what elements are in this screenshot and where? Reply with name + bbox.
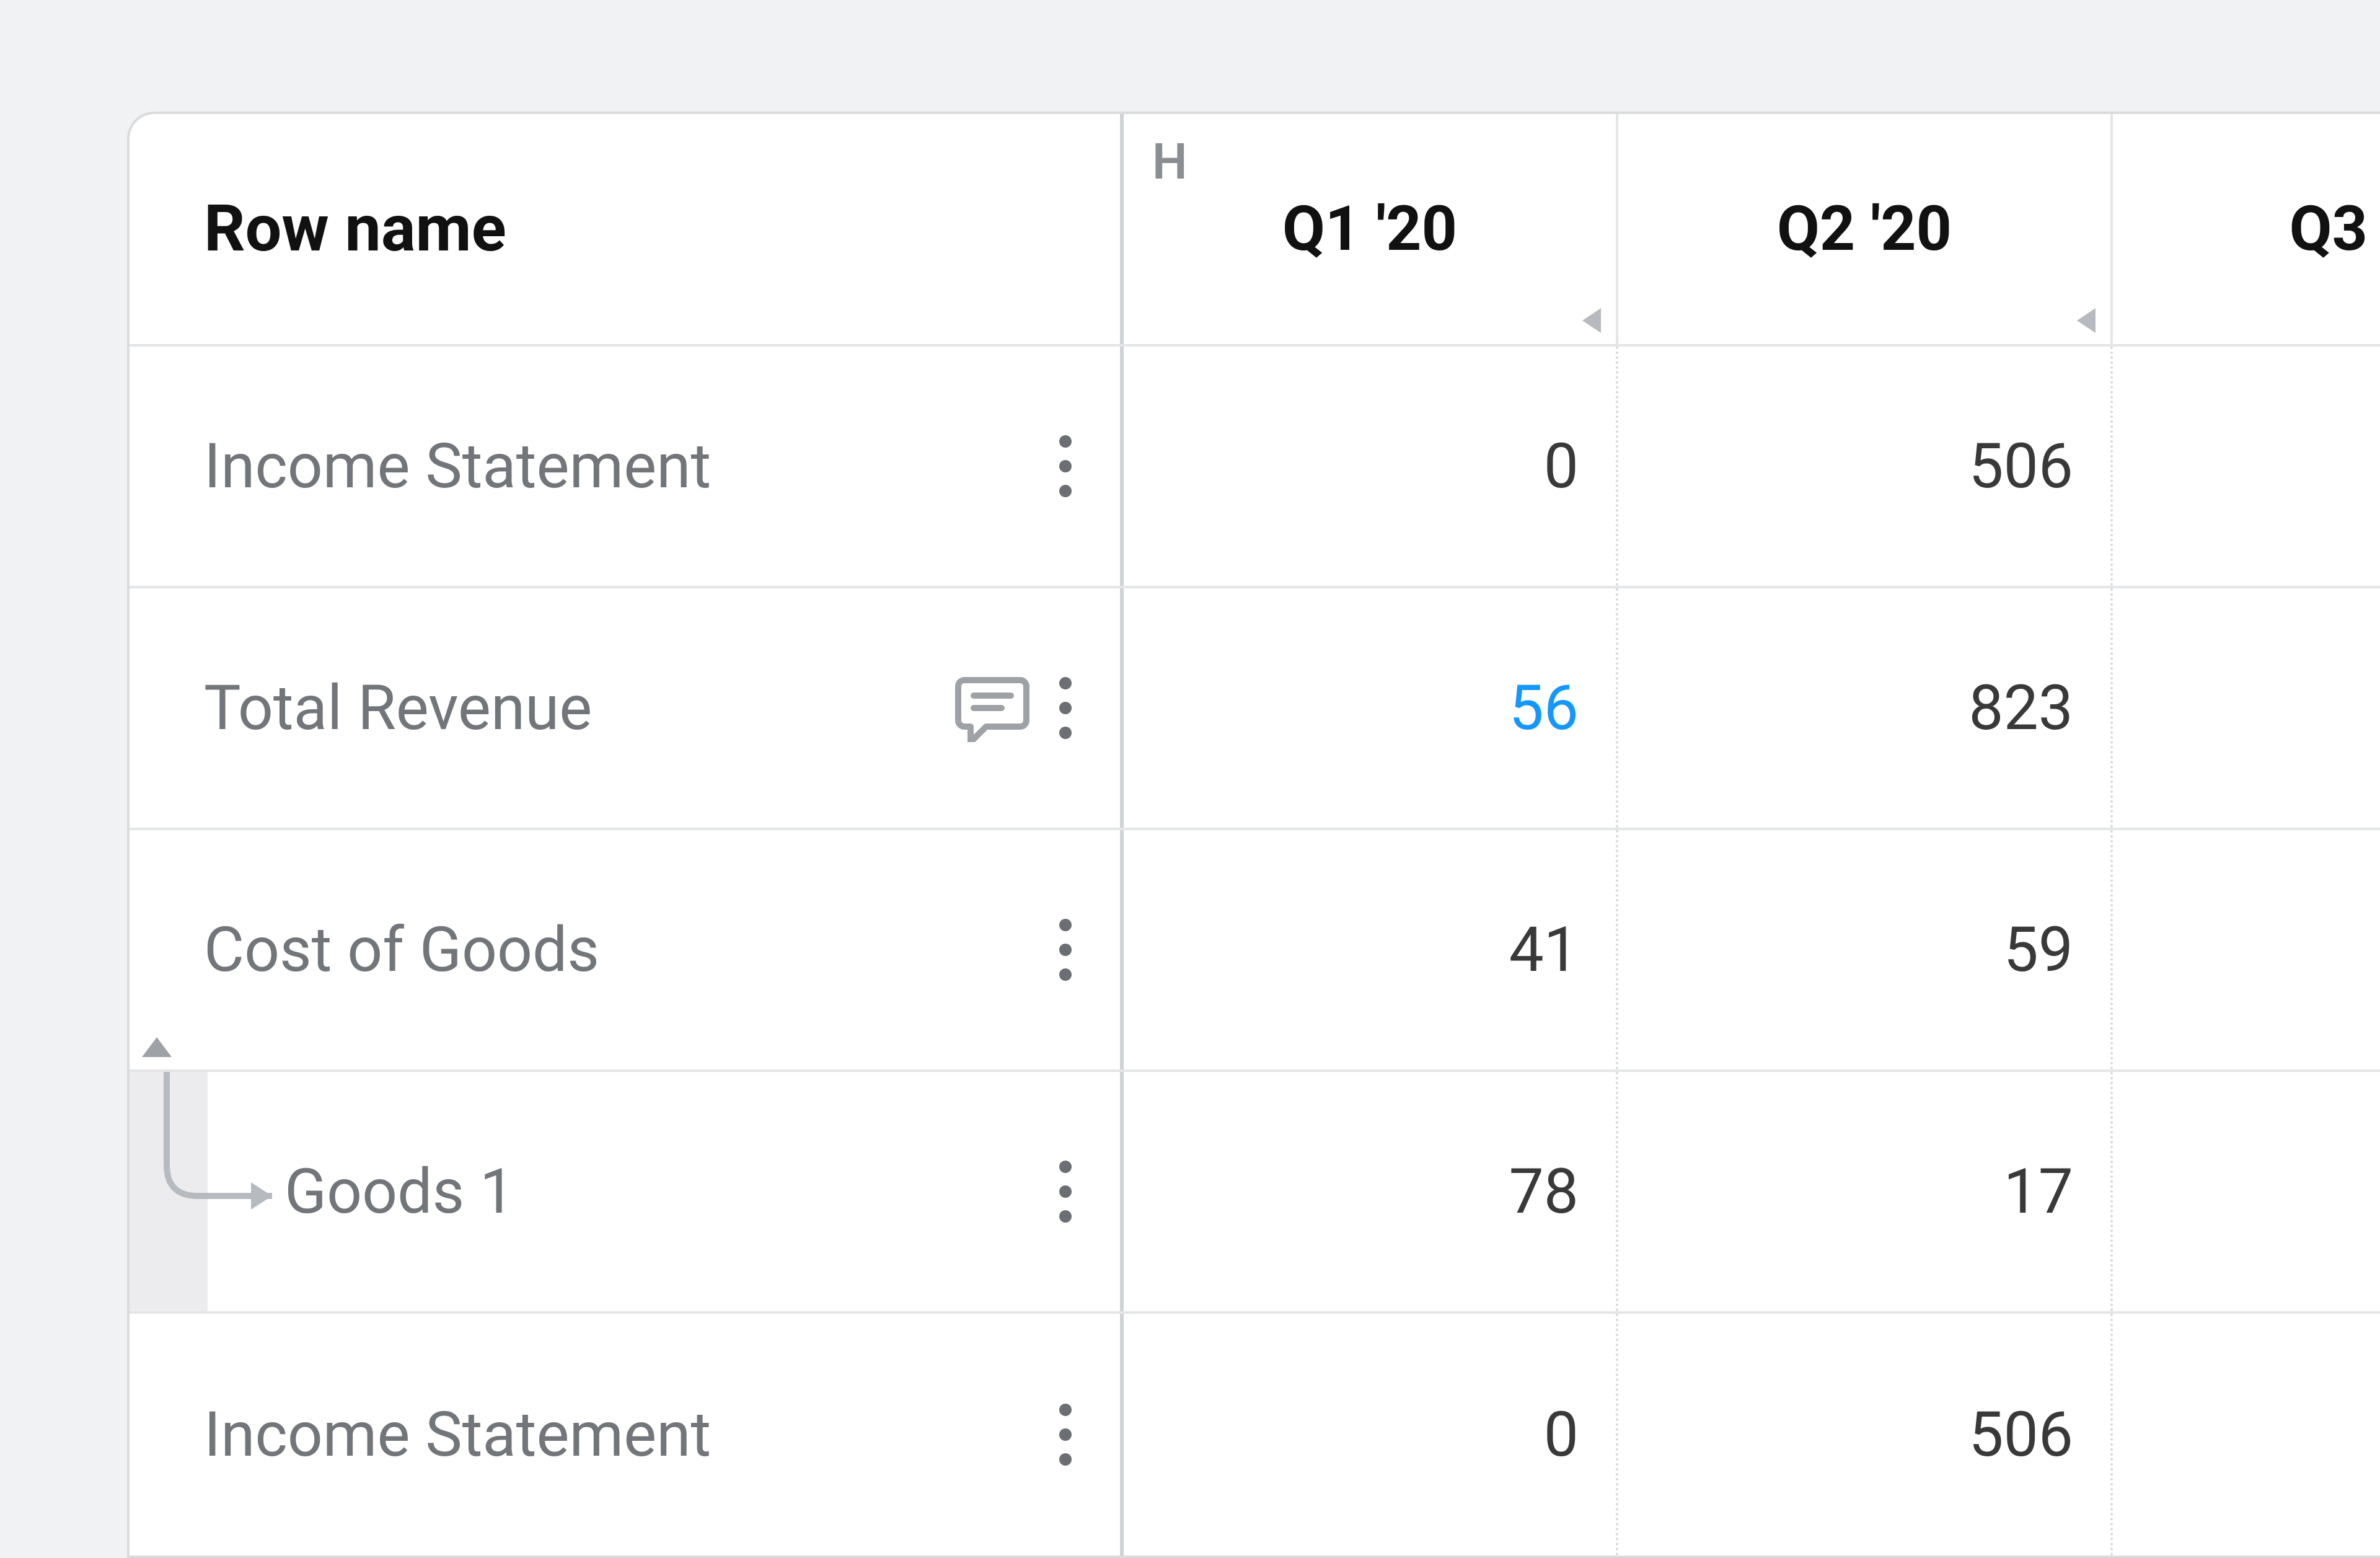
cell-value: 506 bbox=[1968, 1399, 2073, 1471]
sort-indicator-icon[interactable] bbox=[2077, 308, 2096, 333]
cell-value: 41 bbox=[1509, 914, 1579, 986]
column-letter: H bbox=[1152, 133, 1188, 191]
cell-value: 0 bbox=[1544, 1399, 1579, 1471]
data-cell[interactable]: 78 bbox=[1124, 1072, 1618, 1311]
cell-value: 59 bbox=[2004, 914, 2073, 986]
cell-value: 0 bbox=[1544, 430, 1579, 503]
kebab-icon[interactable] bbox=[1059, 677, 1072, 739]
kebab-icon[interactable] bbox=[1059, 1404, 1072, 1466]
data-cell[interactable] bbox=[2113, 588, 2380, 828]
expand-toggle-icon[interactable] bbox=[142, 1037, 172, 1057]
row-label: Income Statement bbox=[204, 430, 1059, 503]
data-cell[interactable]: 506 bbox=[1618, 347, 2113, 586]
row-label: Cost of Goods bbox=[204, 914, 1059, 986]
data-cell[interactable]: 0 bbox=[1124, 1314, 1618, 1556]
cell-value: 823 bbox=[1968, 672, 2073, 745]
data-cell[interactable] bbox=[2113, 830, 2380, 1069]
header-col-label: Q2 '20 bbox=[1777, 193, 1952, 265]
table-row[interactable]: Total Revenue 56 823 bbox=[130, 588, 2380, 830]
table-row[interactable]: Goods 1 78 17 bbox=[130, 1072, 2380, 1314]
row-name-cell[interactable]: Goods 1 bbox=[130, 1072, 1124, 1311]
child-indent-gutter bbox=[130, 1072, 208, 1311]
data-cell[interactable]: 2 bbox=[2113, 347, 2380, 586]
cell-value: 506 bbox=[1968, 430, 2073, 503]
data-cell[interactable]: 506 bbox=[1618, 1314, 2113, 1556]
data-cell[interactable]: 823 bbox=[1618, 588, 2113, 828]
row-label: Goods 1 bbox=[284, 1156, 1059, 1228]
kebab-icon[interactable] bbox=[1059, 919, 1072, 981]
table-header-row: Row name H Q1 '20 Q2 '20 Q3 '2 bbox=[130, 114, 2380, 347]
table-row[interactable]: Cost of Goods 41 59 bbox=[130, 830, 2380, 1072]
data-cell[interactable]: 59 bbox=[1618, 830, 2113, 1069]
row-name-cell[interactable]: Income Statement bbox=[130, 347, 1124, 586]
header-col-q1[interactable]: H Q1 '20 bbox=[1124, 114, 1618, 344]
header-name-label: Row name bbox=[204, 192, 506, 267]
row-actions bbox=[1059, 919, 1090, 981]
header-name-cell[interactable]: Row name bbox=[130, 114, 1124, 344]
comment-icon[interactable] bbox=[955, 674, 1029, 742]
data-cell[interactable]: 56 bbox=[1124, 588, 1618, 828]
header-col-label: Q3 '2 bbox=[2290, 193, 2380, 265]
row-actions bbox=[1059, 435, 1090, 497]
row-actions bbox=[955, 674, 1090, 742]
table-row[interactable]: Income Statement 0 506 9 289 bbox=[130, 1314, 2380, 1556]
data-cell[interactable]: 0 bbox=[1124, 347, 1618, 586]
data-cell[interactable] bbox=[2113, 1072, 2380, 1311]
header-col-label: Q1 '20 bbox=[1282, 193, 1457, 265]
table-row[interactable]: Income Statement 0 506 2 bbox=[130, 347, 2380, 588]
row-label: Total Revenue bbox=[204, 672, 955, 745]
row-label: Income Statement bbox=[204, 1399, 1059, 1471]
financial-table: Row name H Q1 '20 Q2 '20 Q3 '2 Income St… bbox=[127, 112, 2380, 1558]
kebab-icon[interactable] bbox=[1059, 1161, 1072, 1223]
row-name-cell[interactable]: Total Revenue bbox=[130, 588, 1124, 828]
row-actions bbox=[1059, 1161, 1090, 1223]
sort-indicator-icon[interactable] bbox=[1582, 308, 1601, 333]
cell-value: 17 bbox=[2004, 1156, 2073, 1228]
header-col-q2[interactable]: Q2 '20 bbox=[1618, 114, 2113, 344]
data-cell[interactable]: 9 289 bbox=[2113, 1314, 2380, 1556]
row-actions bbox=[1059, 1404, 1090, 1466]
header-col-q3[interactable]: Q3 '2 bbox=[2113, 114, 2380, 344]
kebab-icon[interactable] bbox=[1059, 435, 1072, 497]
data-cell[interactable]: 41 bbox=[1124, 830, 1618, 1069]
row-name-cell[interactable]: Cost of Goods bbox=[130, 830, 1124, 1069]
row-name-cell[interactable]: Income Statement bbox=[130, 1314, 1124, 1556]
cell-value: 78 bbox=[1509, 1156, 1579, 1228]
cell-value: 56 bbox=[1509, 672, 1579, 745]
data-cell[interactable]: 17 bbox=[1618, 1072, 2113, 1311]
